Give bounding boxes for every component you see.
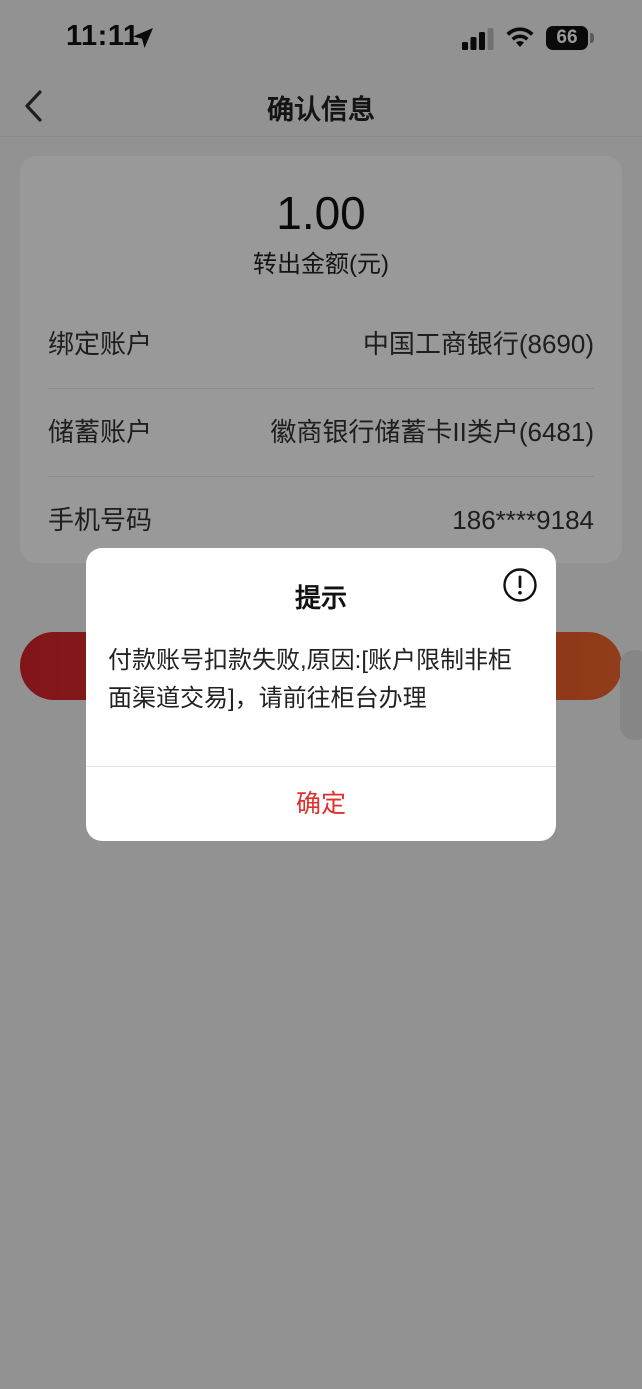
- dialog-title: 提示: [294, 583, 347, 613]
- dialog-ok-button[interactable]: 确定: [86, 767, 556, 841]
- alert-dialog: 提示 付款账号扣款失败,原因:[账户限制非柜面渠道交易]，请前往柜台办理 确定: [86, 548, 556, 841]
- dialog-message: 付款账号扣款失败,原因:[账户限制非柜面渠道交易]，请前往柜台办理: [108, 647, 513, 712]
- info-circle-icon: [503, 568, 537, 602]
